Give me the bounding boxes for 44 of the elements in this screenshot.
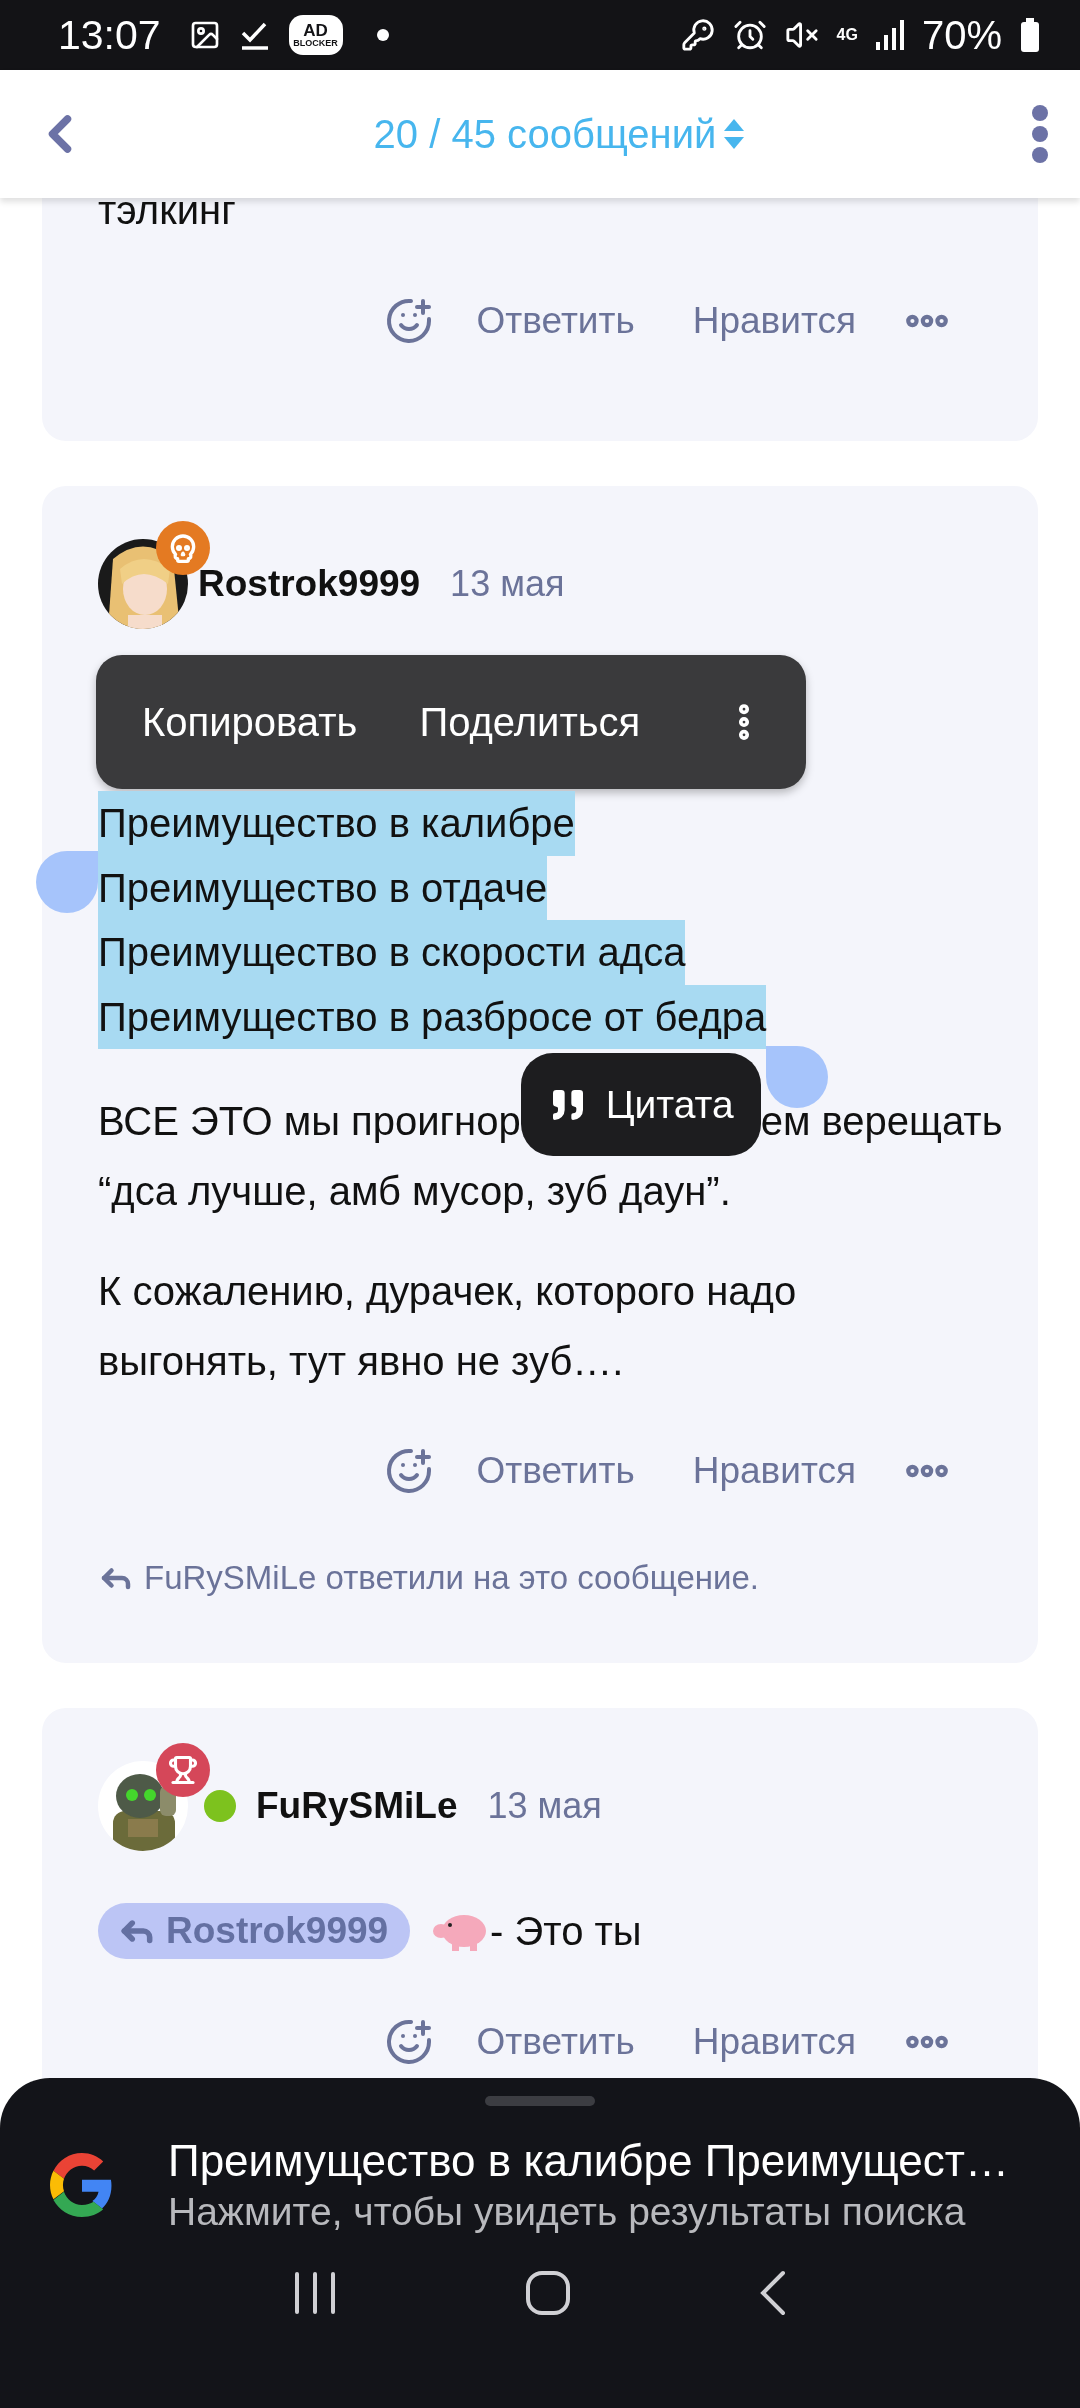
back-icon[interactable] (759, 2270, 786, 2316)
reply-mention[interactable]: Rostrok9999 (98, 1903, 411, 1959)
clock: 13:07 (58, 11, 161, 59)
search-query[interactable]: Преимущество в калибре Преимущест… (168, 2136, 1009, 2186)
reply-button[interactable]: Ответить (476, 300, 635, 342)
post-date: 13 мая (487, 1785, 602, 1827)
post-text: тэлкинг (98, 187, 237, 234)
alarm-icon (732, 18, 767, 52)
sort-icon (722, 117, 747, 151)
author-name[interactable]: FuRySMiLe (256, 1785, 458, 1827)
message-counter[interactable]: 20 / 45 сообщений (373, 111, 747, 157)
sheet-handle[interactable] (485, 2096, 595, 2106)
home-icon[interactable] (525, 2270, 571, 2316)
post-date: 13 мая (450, 563, 565, 605)
post-text: К сожалению, дурачек, которого надо выгонять, тут явно не зуб…. (98, 1268, 798, 1385)
battery-level: 70% (921, 12, 1002, 58)
add-reaction-icon[interactable] (384, 2018, 433, 2066)
trophy-badge-icon (156, 1743, 210, 1797)
signal-icon (875, 20, 904, 50)
author-name[interactable]: Rostrok9999 (198, 563, 421, 605)
message-text: - Это ты (490, 1908, 642, 1954)
like-button[interactable]: Нравится (692, 2021, 856, 2063)
menu-item[interactable]: Копировать (142, 699, 358, 745)
network-type: 4G (836, 26, 858, 44)
post-text: ем верещать (760, 1098, 1003, 1145)
recent-apps-icon[interactable] (294, 2271, 337, 2315)
post-text: “дса лучше, амб мусор, зуб даун”. (98, 1168, 732, 1215)
like-button[interactable]: Нравится (692, 300, 856, 342)
menu-icon[interactable] (1030, 103, 1050, 165)
add-reaction-icon[interactable] (384, 1447, 433, 1495)
post-text: ВСЕ ЭТО мы проигнор (98, 1098, 521, 1145)
reply-note[interactable]: FuRySMiLe ответили на это сообщение. (144, 1559, 760, 1597)
menu-item[interactable]: Поделиться (419, 699, 641, 745)
battery-icon (1020, 18, 1040, 52)
like-button[interactable]: Нравится (692, 1450, 856, 1492)
add-reaction-icon[interactable] (384, 297, 433, 345)
dot-icon (376, 29, 389, 41)
key-icon (680, 18, 715, 52)
quote-button[interactable]: Цитата (520, 1053, 761, 1156)
reply-button[interactable]: Ответить (476, 2021, 635, 2063)
google-logo-icon (50, 2153, 114, 2217)
reply-button[interactable]: Ответить (476, 1450, 635, 1492)
search-hint: Нажмите, чтобы увидеть результаты поиска (168, 2190, 967, 2234)
ad-blocker-icon: AD BLOCKER (288, 15, 343, 55)
